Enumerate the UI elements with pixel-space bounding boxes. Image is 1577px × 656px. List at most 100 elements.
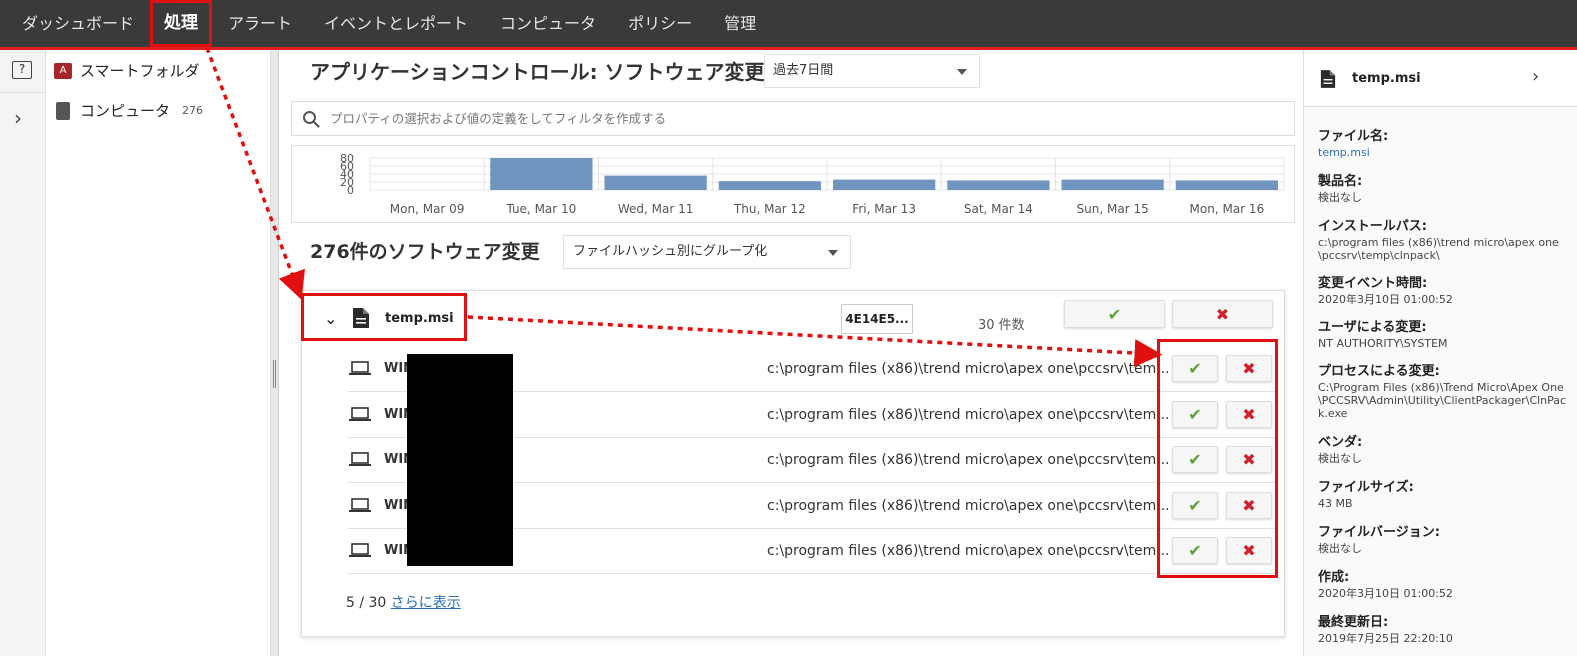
detail-value: 検出なし — [1318, 452, 1362, 465]
search-icon — [303, 111, 320, 128]
chevron-down-icon — [957, 69, 967, 75]
nav-computers[interactable]: コンピュータ — [484, 0, 612, 47]
nav-alerts[interactable]: アラート — [212, 0, 308, 47]
x-tick-label: Tue, Mar 10 — [505, 202, 576, 216]
x-tick-label: Thu, Mar 12 — [733, 202, 806, 216]
detail-field: 製品名: 検出なし — [1318, 170, 1568, 204]
x-tick-label: Mon, Mar 09 — [390, 202, 465, 216]
detail-field: 変更イベント時間: 2020年3月10日 01:00:52 — [1318, 272, 1568, 306]
nav-actions[interactable]: 処理 — [150, 0, 213, 47]
pager-count: 5 / 30 — [346, 595, 387, 611]
sidebar-item-label: コンピュータ — [80, 102, 171, 120]
x-tick-label: Sun, Mar 15 — [1077, 202, 1149, 216]
x-tick-label: Fri, Mar 13 — [852, 202, 916, 216]
period-select[interactable]: 過去7日間 — [764, 54, 980, 88]
chart-bar — [1061, 179, 1164, 190]
filter-bar — [291, 101, 1295, 136]
detail-label: 製品名: — [1318, 174, 1363, 189]
laptop-icon — [349, 497, 371, 512]
icon-rail: ? › — [0, 50, 46, 656]
nav-events-reports[interactable]: イベントとレポート — [308, 0, 484, 47]
list-title: 276件のソフトウェア変更 — [310, 241, 540, 263]
annotation-box-buttons — [1157, 339, 1278, 578]
chart-bar — [833, 179, 936, 190]
sidebar-item-label: スマートフォルダ — [80, 62, 200, 80]
chart-bar — [947, 180, 1050, 190]
detail-value: 43 MB — [1318, 497, 1353, 510]
nav-admin[interactable]: 管理 — [708, 0, 772, 47]
show-more-link[interactable]: さらに表示 — [391, 595, 461, 611]
detail-value[interactable]: temp.msi — [1318, 146, 1568, 159]
detail-field: プロセスによる変更: C:\Program Files (x86)\Trend M… — [1318, 360, 1568, 420]
detail-label: プロセスによる変更: — [1318, 364, 1440, 379]
x-tick-label: Mon, Mar 16 — [1190, 202, 1265, 216]
detail-field: ユーザによる変更: NT AUTHORITY\SYSTEM — [1318, 316, 1568, 350]
panel-splitter[interactable] — [271, 50, 279, 656]
details-title: temp.msi — [1352, 71, 1421, 86]
help-icon[interactable]: ? — [12, 61, 32, 79]
file-path: c:\program files (x86)\trend micro\apex … — [767, 543, 1170, 559]
detail-field: ファイル名: temp.msi — [1318, 125, 1568, 159]
chart-bar — [604, 175, 707, 190]
file-path: c:\program files (x86)\trend micro\apex … — [767, 497, 1170, 514]
detail-value: 検出なし — [1318, 542, 1362, 555]
laptop-icon — [349, 406, 371, 421]
chart-bar — [490, 158, 593, 190]
file-path: c:\program files (x86)\trend micro\apex … — [767, 452, 1170, 468]
smart-folder-icon: A — [54, 62, 72, 79]
detail-field: ベンダ: 検出なし — [1318, 431, 1568, 465]
y-tick-label: 0 — [347, 184, 354, 197]
annotation-box-file — [301, 293, 467, 341]
detail-label: ベンダ: — [1318, 435, 1363, 450]
redaction-block — [407, 354, 513, 566]
details-panel: temp.msi › ファイル名: temp.msi 製品名: 検出なし インストールパ… — [1303, 50, 1577, 656]
detail-value: 検出なし — [1318, 191, 1362, 204]
computer-count: 276 — [182, 104, 204, 117]
detail-value: 2020年3月10日 01:00:52 — [1318, 587, 1453, 600]
changes-chart: 80 60 40 20 0 Mon, Mar 09 Tue, Mar 10 Wed, Mar … — [291, 145, 1295, 223]
detail-value: 2019年7月25日 22:20:10 — [1318, 632, 1453, 645]
detail-label: インストールパス: — [1318, 219, 1427, 234]
pager: 5 / 30 さらに表示 — [346, 592, 461, 612]
detail-label: ファイル名: — [1318, 129, 1389, 144]
nav-policies[interactable]: ポリシー — [612, 0, 708, 47]
page-title: アプリケーションコントロール: ソフトウェア変更 — [310, 60, 765, 84]
approve-all-button[interactable]: ✔ — [1064, 300, 1165, 328]
block-all-button[interactable]: ✖ — [1172, 300, 1273, 328]
file-path: c:\program files (x86)\trend micro\apex … — [767, 406, 1170, 423]
detail-label: ユーザによる変更: — [1318, 320, 1427, 335]
rail-divider — [0, 92, 46, 93]
laptop-icon — [349, 361, 371, 375]
expand-chevron-icon[interactable]: › — [14, 106, 22, 130]
filter-input[interactable] — [330, 103, 1280, 134]
computer-icon — [56, 101, 70, 120]
file-icon — [1320, 70, 1336, 88]
detail-label: 最終更新日: — [1318, 615, 1389, 630]
chevron-down-icon — [828, 250, 838, 256]
detail-label: 変更イベント時間: — [1318, 276, 1428, 291]
detail-field: ファイルバージョン: 検出なし — [1318, 521, 1568, 555]
chart-bar — [1175, 180, 1278, 190]
detail-label: 作成: — [1318, 570, 1350, 585]
detail-label: ファイルバージョン: — [1318, 525, 1440, 540]
check-icon: ✔ — [1107, 304, 1122, 324]
x-tick-label: Sat, Mar 14 — [964, 202, 1033, 216]
laptop-icon — [349, 452, 371, 466]
sidebar-item-smart-folders[interactable]: A スマートフォルダ — [54, 60, 200, 81]
bar-chart: 806040200Mon, Mar 09 Tue, Mar 10 Wed, Mar … — [340, 152, 1285, 216]
group-by-select[interactable]: ファイルハッシュ別にグループ化 — [563, 235, 851, 269]
chevron-right-icon[interactable]: › — [1532, 66, 1539, 87]
sidebar-item-computers[interactable]: コンピュータ 276 — [54, 100, 203, 121]
detail-value: 2020年3月10日 01:00:52 — [1318, 293, 1453, 306]
nav-dashboard[interactable]: ダッシュボード — [6, 0, 150, 47]
detail-value: C:\Program Files (x86)\Trend Micro\Apex … — [1318, 381, 1567, 420]
splitter-grip-icon[interactable] — [273, 360, 276, 388]
detail-value: c:\program files (x86)\trend micro\apex … — [1318, 236, 1559, 262]
period-value: 過去7日間 — [773, 63, 834, 78]
detail-value: NT AUTHORITY\SYSTEM — [1318, 337, 1448, 350]
detail-field: インストールパス: c:\program files (x86)\trend mi… — [1318, 215, 1568, 262]
detail-label: ファイルサイズ: — [1318, 480, 1414, 495]
hash-badge[interactable]: 4E14E5... — [841, 304, 913, 334]
detail-field: 最終更新日: 2019年7月25日 22:20:10 — [1318, 611, 1568, 645]
group-by-value: ファイルハッシュ別にグループ化 — [573, 244, 768, 259]
